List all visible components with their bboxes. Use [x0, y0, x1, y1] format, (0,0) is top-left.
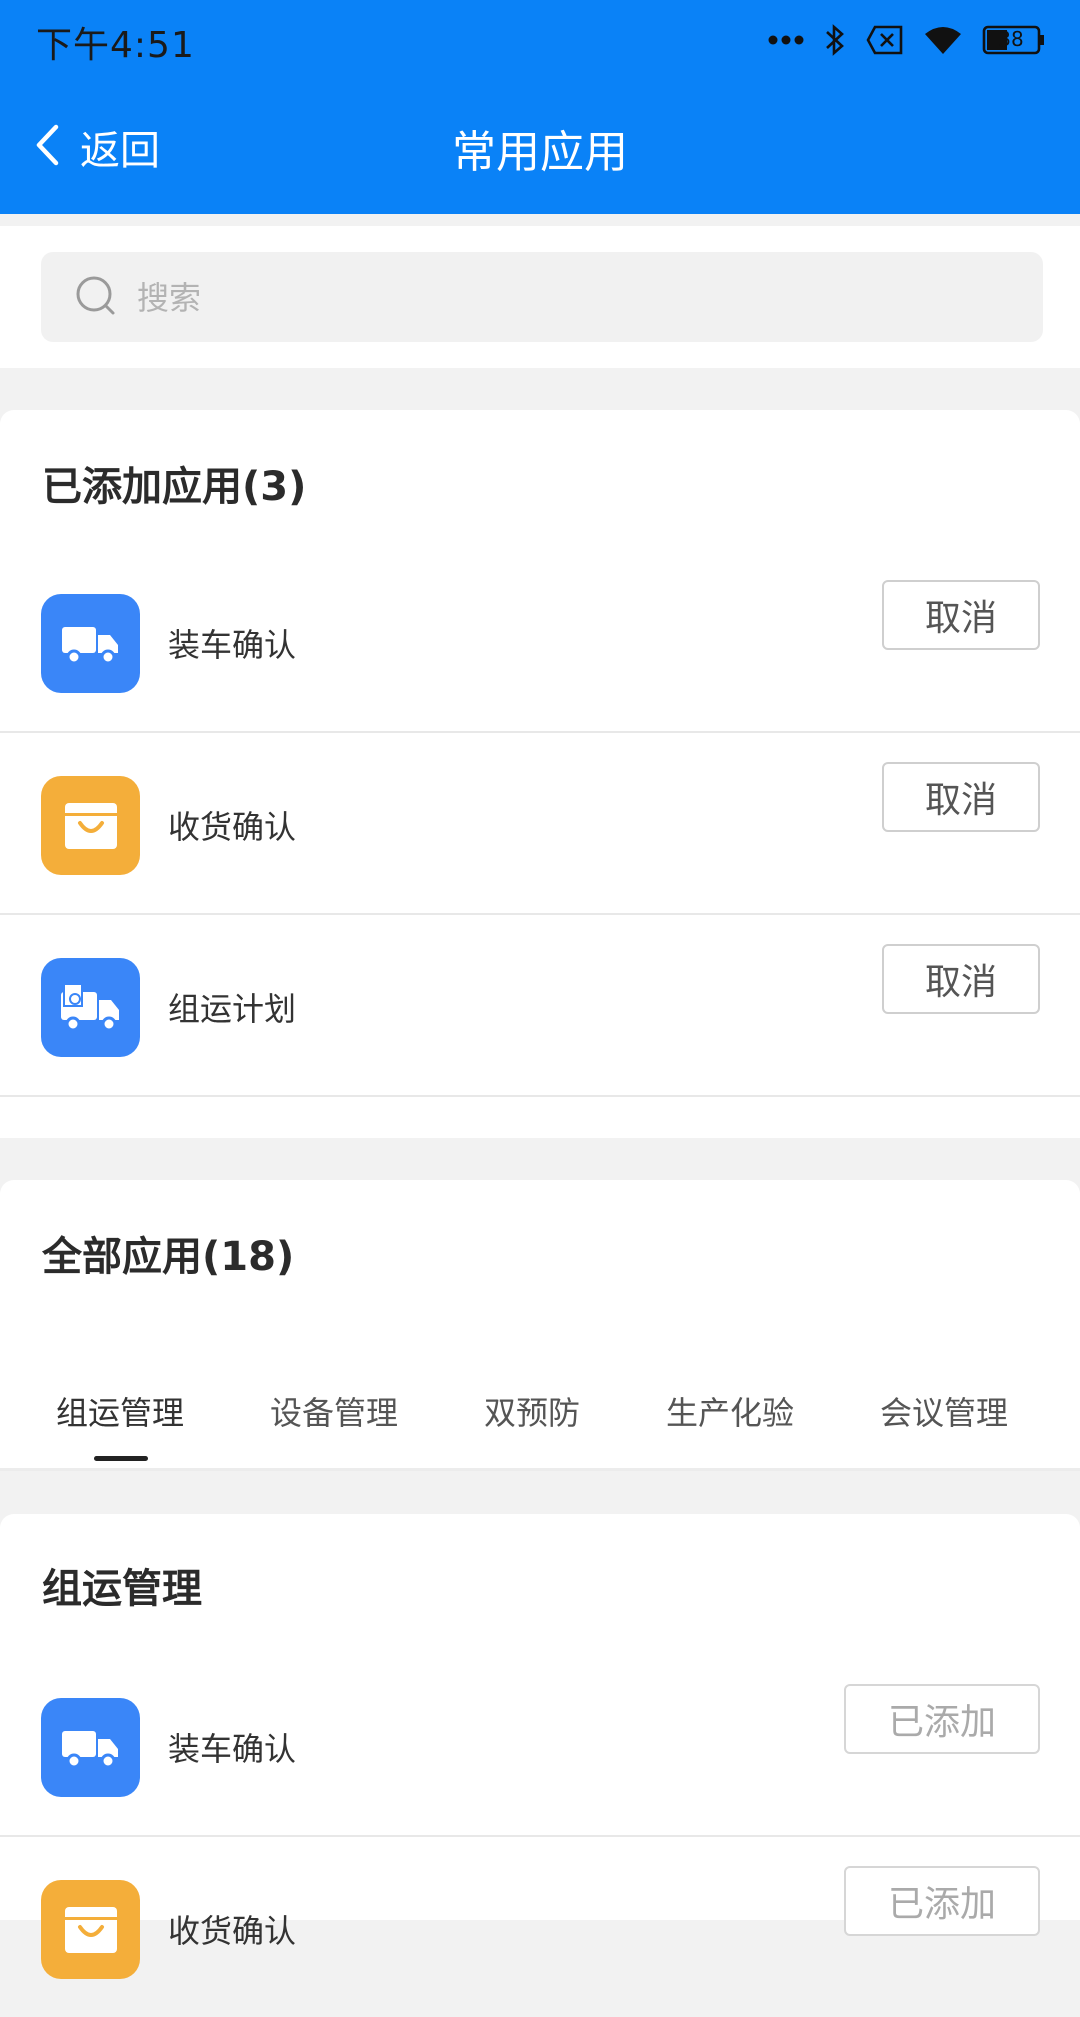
- tab-equipment[interactable]: 设备管理: [270, 1388, 398, 1434]
- app-name: 装车确认: [168, 626, 297, 664]
- tab-meeting[interactable]: 会议管理: [880, 1388, 1008, 1434]
- added-apps-title: 已添加应用(3): [42, 464, 307, 510]
- cancel-button[interactable]: 取消: [882, 944, 1040, 1014]
- tab-zuyun[interactable]: 组运管理: [56, 1388, 184, 1434]
- list-item: 装车确认 已添加: [0, 1654, 1080, 1837]
- basket-icon[interactable]: [41, 776, 140, 875]
- cancel-button[interactable]: 取消: [882, 762, 1040, 832]
- app-header: 下午4:51 38 返回 常用应用: [0, 0, 1080, 214]
- app-name: 装车确认: [168, 1730, 297, 1768]
- list-item: 收货确认 取消: [0, 732, 1080, 915]
- page-title: 常用应用: [452, 127, 628, 178]
- tab-production-lab[interactable]: 生产化验: [666, 1388, 794, 1434]
- search-section: [0, 226, 1080, 368]
- active-tab-indicator: [94, 1456, 148, 1461]
- app-name: 组运计划: [168, 990, 297, 1028]
- status-time: 下午4:51: [36, 25, 195, 66]
- status-icons: 38: [768, 20, 1046, 60]
- search-box[interactable]: [41, 252, 1043, 344]
- app-name: 收货确认: [168, 1912, 297, 1950]
- truck-icon[interactable]: [41, 1698, 140, 1797]
- tab-dual-prevention[interactable]: 双预防: [484, 1388, 580, 1434]
- more-dots-icon: [768, 34, 804, 46]
- list-item: 装车确认 取消: [0, 550, 1080, 733]
- bluetooth-icon: [824, 23, 846, 57]
- basket-icon[interactable]: [41, 1880, 140, 1979]
- group-apps-card: 组运管理 装车确认 已添加 收货确认 已添加: [0, 1514, 1080, 1979]
- search-icon: [73, 272, 121, 324]
- all-apps-title: 全部应用(18): [42, 1234, 295, 1280]
- added-apps-card: 已添加应用(3) 装车确认 取消 收货确认 取消 组运计划 取消: [0, 410, 1080, 1138]
- sim-off-icon: [866, 25, 904, 55]
- list-item: 收货确认 已添加: [0, 1836, 1080, 2017]
- wifi-icon: [924, 25, 962, 55]
- added-button[interactable]: 已添加: [844, 1866, 1040, 1936]
- plan-truck-icon[interactable]: [41, 958, 140, 1057]
- group-title: 组运管理: [42, 1566, 202, 1612]
- list-item: 组运计划 取消: [0, 914, 1080, 1097]
- added-button[interactable]: 已添加: [844, 1684, 1040, 1754]
- cancel-button[interactable]: 取消: [882, 580, 1040, 650]
- truck-icon[interactable]: [41, 594, 140, 693]
- search-input[interactable]: [135, 252, 1019, 344]
- battery-icon: 38: [982, 25, 1046, 55]
- app-name: 收货确认: [168, 808, 297, 846]
- category-tabs: 组运管理 设备管理 双预防 生产化验 会议管理: [0, 1364, 1080, 1471]
- battery-level: 38: [998, 27, 1024, 51]
